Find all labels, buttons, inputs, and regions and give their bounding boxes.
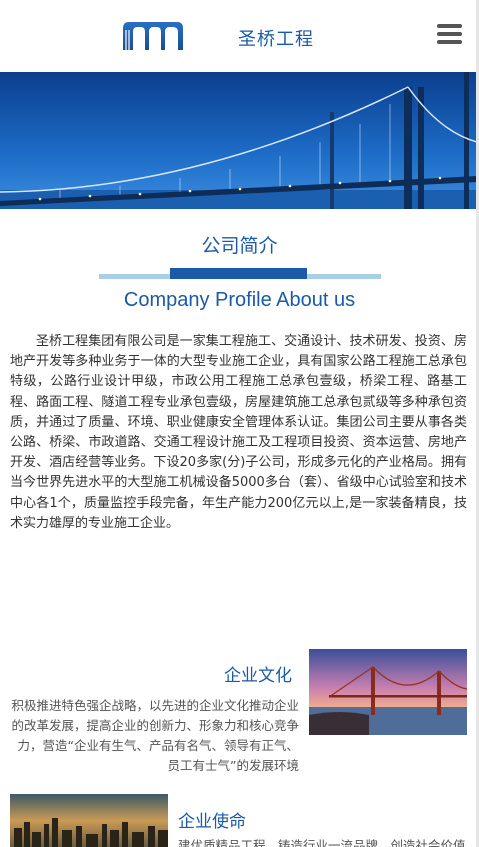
brand-name[interactable]: 圣桥工程 xyxy=(238,25,314,51)
culture-title[interactable]: 企业文化 xyxy=(224,661,292,686)
mission-body: 建优质精品工程，铸造行业一流品牌，创造社会价值 xyxy=(178,838,466,847)
bridge-arches-logo-icon[interactable] xyxy=(123,22,183,50)
golden-gate-bridge-sunset-photo[interactable] xyxy=(309,649,467,735)
mission-title[interactable]: 企业使命 xyxy=(178,807,246,832)
profile-title: 公司简介 xyxy=(201,235,278,257)
banner-image xyxy=(0,72,477,209)
profile-body: 圣桥工程集团有限公司是一家集工程施工、交通设计、技术研发、投资、房地产开发等多种… xyxy=(10,334,467,531)
title-divider-accent xyxy=(170,268,307,279)
hamburger-menu-icon[interactable] xyxy=(437,24,462,46)
city-skyline-photo[interactable] xyxy=(10,794,168,847)
header: 圣桥工程 xyxy=(0,0,479,72)
culture-body: 积极推进特色强企战略，以先进的企业文化推动企业的改革发展，提高企业的创新力、形象… xyxy=(11,698,299,773)
profile-subtitle: Company Profile About us xyxy=(123,289,356,311)
